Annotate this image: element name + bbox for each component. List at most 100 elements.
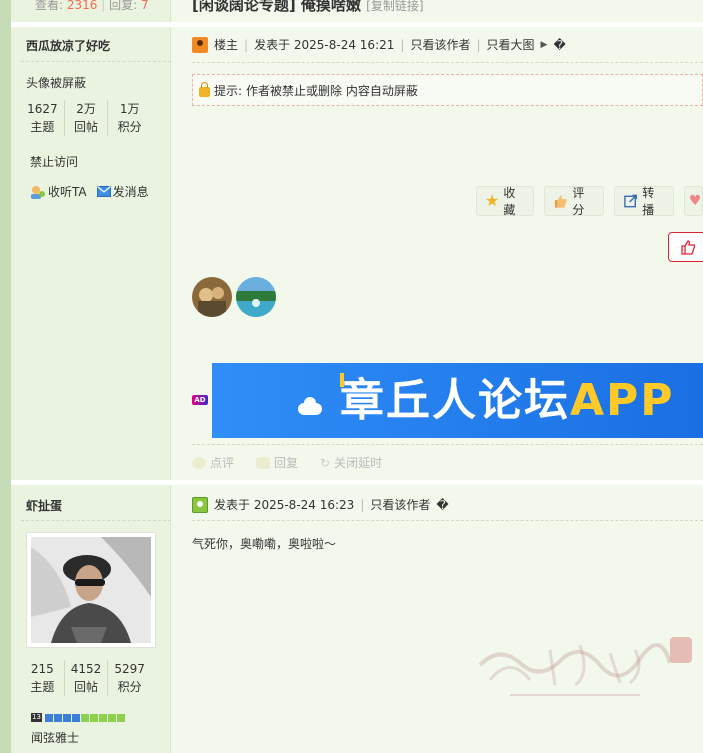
star-icon: ★ — [485, 191, 500, 210]
header-divider — [192, 520, 703, 521]
comment-label: 点评 — [210, 456, 235, 470]
post2-author-name[interactable]: 虾扯蛋 — [26, 497, 62, 514]
like-button[interactable] — [668, 232, 703, 262]
envelope-icon — [96, 186, 111, 197]
send-message-link[interactable]: 发消息 — [96, 183, 149, 200]
only-author-link[interactable]: 只看该作者 — [410, 36, 470, 53]
stat-value: 4152 — [70, 662, 102, 676]
thumb-rate-icon — [555, 195, 567, 208]
follow-actions: 收听TA 发消息 — [30, 183, 149, 200]
rank-block — [71, 713, 80, 722]
rank-block — [53, 713, 62, 722]
rank-block — [98, 713, 107, 722]
reply-label: 回复 — [274, 456, 299, 470]
glyph: � — [436, 497, 449, 512]
stat-threads[interactable]: 1627 主题 — [21, 100, 65, 136]
views-label: 查看: — [35, 0, 64, 12]
rank-bar: 13 — [31, 713, 125, 722]
share-button[interactable]: 转播 — [614, 186, 674, 217]
post1-header: 楼主 | 发表于 2025-8-24 16:21 | 只看该作者 | 只看大图 … — [192, 36, 566, 53]
rater-avatar-image — [192, 277, 232, 317]
share-label: 转播 — [642, 186, 655, 217]
stat-replies[interactable]: 4152 回帖 — [65, 660, 109, 696]
post-action-buttons: ★ 收藏 评分 转播 ♥ — [476, 186, 703, 217]
replies-count: 7 — [140, 0, 149, 12]
favorite-button[interactable]: ★ 收藏 — [476, 186, 535, 217]
rank-level: 13 — [31, 713, 42, 722]
rater-avatar[interactable] — [236, 277, 276, 317]
views-count: 2316 — [66, 0, 98, 12]
author-divider — [21, 520, 171, 521]
rater-avatar[interactable] — [192, 277, 232, 317]
ad-tag: AD — [192, 395, 208, 405]
post2-user-stats: 215 主题 4152 回帖 5297 积分 — [21, 660, 151, 696]
reply-link[interactable]: 回复 — [256, 454, 298, 471]
stat-label: 回帖 — [74, 120, 99, 134]
follow-ta-link[interactable]: 收听TA — [30, 183, 87, 200]
message-label: 发消息 — [112, 185, 149, 199]
close-delay-label: 关闭延时 — [334, 456, 383, 470]
avatar-blocked-notice: 头像被屏蔽 — [26, 76, 87, 90]
stat-label: 主题 — [30, 680, 55, 694]
avatar-photo — [31, 537, 151, 643]
stat-value: 1627 — [27, 102, 58, 116]
only-author-link[interactable]: 只看该作者 — [370, 496, 430, 513]
share-icon — [624, 194, 638, 208]
only-large-images-link[interactable]: 只看大图 — [487, 36, 535, 53]
post1-sidebar — [11, 27, 171, 480]
stat-points[interactable]: 1万 积分 — [108, 100, 151, 136]
thread-title-text: [闲谈阔论专题] 俺摸啥嫩 — [192, 0, 361, 14]
author-divider — [21, 61, 171, 62]
copy-link[interactable]: [复制链接] — [366, 0, 423, 13]
comment-icon — [192, 456, 206, 469]
replies-label: 回复: — [109, 0, 138, 12]
thread-title: [闲谈阔论专题] 俺摸啥嫩 [复制链接] — [192, 0, 424, 15]
user-grade: 闻弦雅士 — [31, 731, 80, 745]
notice-prefix: 提示: — [214, 83, 243, 98]
post2-main — [172, 485, 703, 753]
refresh-icon: ↻ — [320, 455, 331, 470]
follow-label: 收听TA — [48, 185, 87, 199]
app-ad-banner[interactable]: 章丘人论坛APP — [212, 363, 703, 438]
watermark-logo — [478, 637, 692, 696]
arrow-right-icon[interactable]: ▶ — [541, 40, 548, 50]
rate-label: 评分 — [572, 186, 585, 217]
cloud-icon — [298, 397, 322, 415]
post2-time: 发表于 2025-8-24 16:23 — [214, 498, 355, 512]
avatar-image — [31, 537, 151, 643]
stat-value: 2万 — [76, 102, 96, 116]
rate-button[interactable]: 评分 — [544, 186, 605, 217]
comment-link[interactable]: 点评 — [192, 454, 234, 471]
stat-value: 5297 — [114, 662, 145, 676]
lock-icon — [199, 81, 210, 97]
post2-content: 气死你，奥嘞嘞，奥啦啦～ — [192, 537, 337, 551]
divider: | — [360, 497, 365, 512]
post2-avatar[interactable] — [26, 532, 156, 648]
stat-label: 回帖 — [74, 680, 99, 694]
close-delay-link[interactable]: ↻ 关闭延时 — [320, 454, 382, 471]
thread-stats: 查看: 2316 | 回复: 7 — [35, 0, 149, 12]
stat-points[interactable]: 5297 积分 — [108, 660, 151, 696]
follow-icon — [31, 185, 45, 199]
glyph: � — [553, 37, 566, 52]
left-decoration-bar — [0, 0, 11, 753]
rank-block — [80, 713, 89, 722]
divider: | — [476, 37, 481, 52]
rank-block — [107, 713, 116, 722]
more-action-button[interactable]: ♥ — [683, 186, 703, 216]
banner-text: 章丘人论坛APP — [340, 371, 675, 431]
rank-block — [44, 713, 53, 722]
favorite-label: 收藏 — [503, 186, 516, 217]
blocked-content-notice: 提示: 作者被禁止或删除 内容自动屏蔽 — [192, 74, 703, 106]
heart-icon: ♥ — [688, 193, 702, 209]
rank-block — [116, 713, 125, 722]
divider: | — [400, 37, 405, 52]
user-icon — [192, 496, 208, 513]
stat-replies[interactable]: 2万回帖 — [65, 100, 109, 136]
post1-author-name[interactable]: 西瓜放凉了好吃 — [26, 37, 110, 54]
stat-threads[interactable]: 215 主题 — [21, 660, 65, 696]
rater-avatar-image — [236, 277, 276, 317]
footer-divider — [192, 444, 703, 445]
thumb-up-icon — [681, 240, 696, 255]
site-watermark — [470, 625, 700, 705]
